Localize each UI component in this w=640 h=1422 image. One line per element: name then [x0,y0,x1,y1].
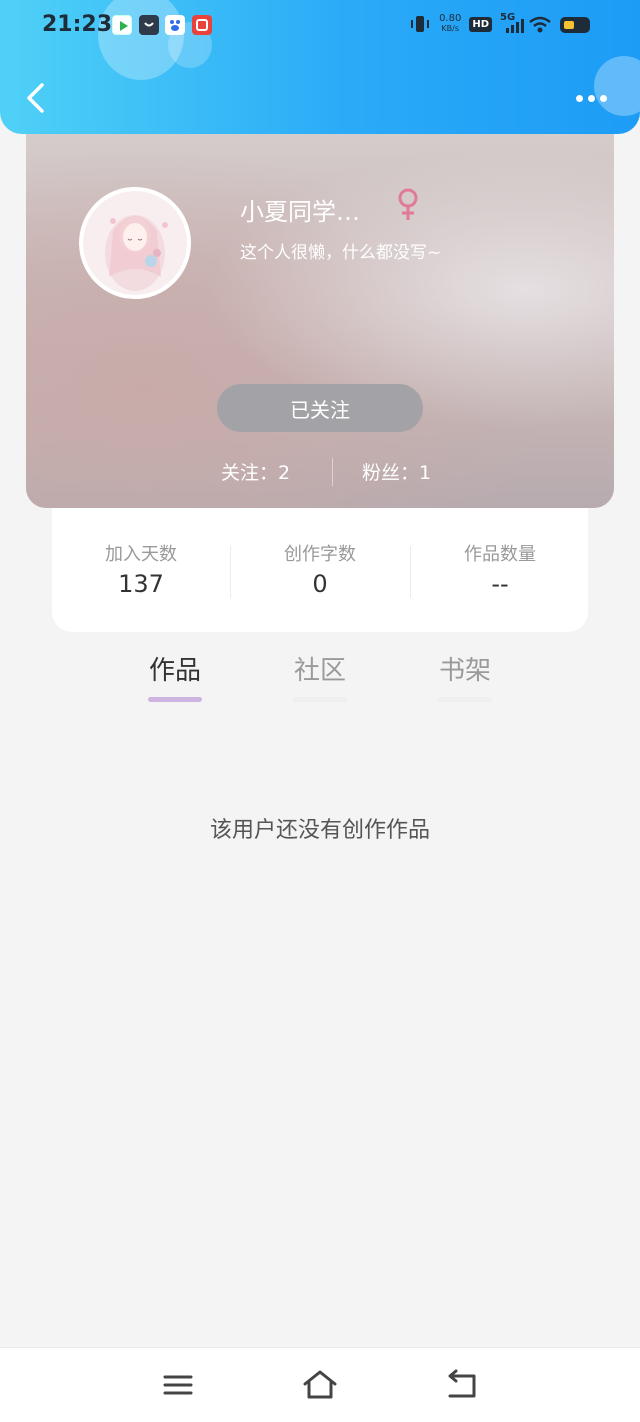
hd-badge: HD [469,16,492,32]
followed-button[interactable]: 已关注 [217,384,423,432]
wifi-icon [529,16,551,33]
stat-word-count: 创作字数 0 [231,540,409,598]
stats-card: 加入天数 137 创作字数 0 作品数量 -- [52,508,588,632]
follow-counts: 关注：2 粉丝：1 [26,458,614,488]
battery-icon [560,17,590,33]
home-icon [303,1370,337,1399]
vibrate-icon [411,16,430,32]
tab-label: 社区 [293,656,346,686]
user-nickname: 小夏同学… [240,198,360,226]
stat-label: 作品数量 [464,544,536,565]
tab-label: 作品 [148,656,201,686]
more-dots-icon [576,94,583,102]
top-header: 21:23 0.80 KB/s HD 5G [0,0,640,134]
video-app-icon [112,15,132,35]
signal-5g: 5G [500,12,528,34]
tab-community[interactable]: 社区 [275,650,365,702]
avatar[interactable] [79,187,191,299]
nav-back-button[interactable] [444,1368,480,1402]
status-indicators: 0.80 KB/s HD 5G [409,12,528,34]
stat-label: 创作字数 [284,544,356,565]
user-bio: 这个人很懒，什么都没写~ [240,243,442,263]
back-button[interactable] [22,80,52,116]
battery-level [564,21,574,29]
followers-count[interactable]: 粉丝：1 [362,458,431,485]
stat-value: 0 [312,570,328,598]
stat-works-count: 作品数量 -- [411,540,589,598]
nav-home-button[interactable] [302,1368,338,1402]
net-speed: 0.80 KB/s [439,14,461,34]
tab-works[interactable]: 作品 [130,650,220,702]
signal-icon [506,19,524,33]
content-tabs: 作品 社区 书架 [0,650,640,710]
status-time: 21:23 [42,12,113,37]
status-bar: 21:23 0.80 KB/s HD 5G [0,0,640,52]
count-divider [332,458,333,486]
profile-card: 小夏同学… 这个人很懒，什么都没写~ 已关注 关注：2 粉丝：1 [26,110,614,508]
shopping-app-icon [139,15,159,35]
more-dots-icon [600,94,607,102]
stat-value: -- [491,570,509,598]
empty-state-message: 该用户还没有创作作品 [209,818,430,843]
net-speed-value: 0.80 [439,13,462,24]
tab-indicator [148,697,202,702]
return-icon [448,1369,476,1398]
avatar-image [83,191,187,295]
more-options-button[interactable] [576,88,610,108]
stat-value: 137 [118,570,164,598]
tab-bookshelf[interactable]: 书架 [420,650,510,702]
system-nav-bar [0,1347,640,1422]
tab-indicator [438,697,492,702]
menu-icon [163,1375,193,1395]
chevron-left-icon [27,83,44,113]
net-speed-unit: KB/s [441,24,459,33]
female-icon [398,188,418,220]
following-count[interactable]: 关注：2 [221,458,290,485]
baidu-app-icon [165,15,185,35]
tab-label: 书架 [438,656,491,686]
stat-label: 加入天数 [105,544,177,565]
tab-indicator [293,697,347,702]
stat-join-days: 加入天数 137 [52,540,230,598]
nav-menu-button[interactable] [160,1368,196,1402]
more-dots-icon [588,94,595,102]
red-app-icon [192,15,212,35]
